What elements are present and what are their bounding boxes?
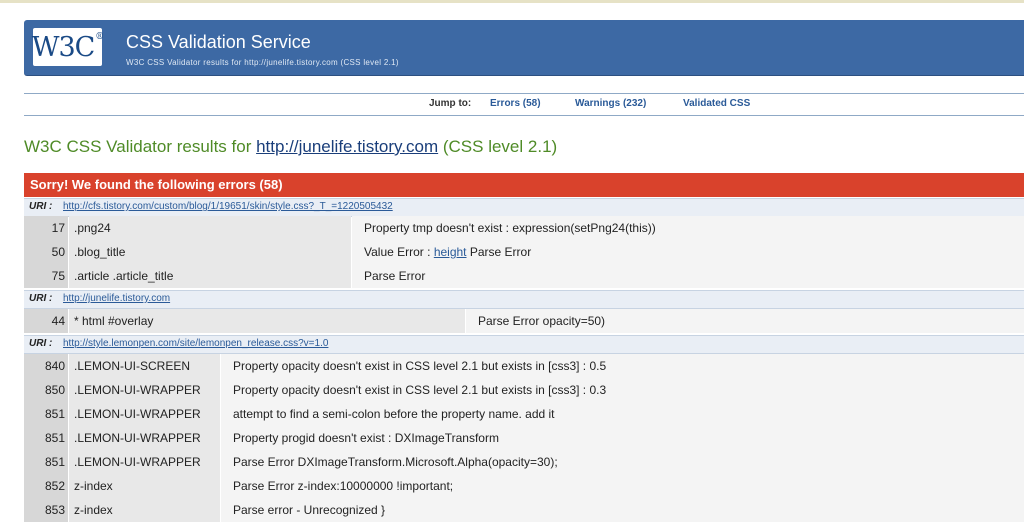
error-context: * html #overlay [69, 309, 465, 333]
error-message: Parse Error [352, 264, 1024, 288]
error-row: 50 .blog_title Value Error : height Pars… [24, 240, 1024, 265]
line-number: 75 [24, 264, 68, 288]
error-context: .LEMON-UI-SCREEN [69, 354, 220, 378]
uri-label: URI : [29, 201, 53, 212]
line-number: 853 [24, 498, 68, 522]
uri-link[interactable]: http://junelife.tistory.com [63, 293, 170, 304]
error-message: Parse Error DXImageTransform.Microsoft.A… [221, 450, 1024, 474]
error-context: .LEMON-UI-WRAPPER [69, 378, 220, 402]
errors-section-header: Sorry! We found the following errors (58… [24, 173, 1024, 197]
error-context: .LEMON-UI-WRAPPER [69, 450, 220, 474]
errors-header-text: Sorry! We found the following errors (58… [30, 177, 283, 192]
error-row: 75 .article .article_title Parse Error [24, 264, 1024, 289]
error-message: attempt to find a semi-colon before the … [221, 402, 1024, 426]
service-title: CSS Validation Service [126, 32, 311, 52]
line-number: 852 [24, 474, 68, 498]
registered-mark: ® [95, 32, 104, 42]
line-number: 17 [24, 216, 68, 240]
line-number: 850 [24, 378, 68, 402]
error-message: Property progid doesn't exist : DXImageT… [221, 426, 1024, 450]
line-number: 840 [24, 354, 68, 378]
error-row: 853 z-index Parse error - Unrecognized } [24, 498, 1024, 523]
uri-link[interactable]: http://style.lemonpen.com/site/lemonpen_… [63, 338, 328, 349]
error-message: Parse Error opacity=50) [466, 309, 1024, 333]
window-top-edge [0, 0, 1024, 3]
page-title-suffix: (CSS level 2.1) [438, 137, 558, 156]
w3c-logo[interactable]: W3C ® [31, 28, 104, 66]
error-message: Parse Error z-index:10000000 !important; [221, 474, 1024, 498]
error-message: Property tmp doesn't exist : expression(… [352, 216, 1024, 240]
error-row: 852 z-index Parse Error z-index:10000000… [24, 474, 1024, 499]
error-context: z-index [69, 498, 220, 522]
error-message-text: Value Error : [364, 245, 434, 259]
line-number: 851 [24, 426, 68, 450]
warnings-jump-link[interactable]: Warnings (232) [575, 98, 646, 109]
page-title-prefix: W3C CSS Validator results for [24, 137, 257, 156]
error-row: 851 .LEMON-UI-WRAPPER Property progid do… [24, 426, 1024, 451]
error-context: .LEMON-UI-WRAPPER [69, 426, 220, 450]
uri-row: URI : http://style.lemonpen.com/site/lem… [24, 335, 1024, 354]
error-context: z-index [69, 474, 220, 498]
w3c-logo-text: W3C [31, 31, 96, 63]
error-context: .LEMON-UI-WRAPPER [69, 402, 220, 426]
service-subtitle: W3C CSS Validator results for http://jun… [126, 58, 399, 67]
property-reference-link[interactable]: height [434, 245, 467, 259]
uri-label: URI : [29, 293, 53, 304]
error-context: .article .article_title [69, 264, 351, 288]
validated-css-jump-link[interactable]: Validated CSS [683, 98, 750, 109]
error-message-text: Parse Error [466, 245, 532, 259]
line-number: 50 [24, 240, 68, 264]
page-title: W3C CSS Validator results for http://jun… [24, 137, 557, 157]
error-message: Property opacity doesn't exist in CSS le… [221, 378, 1024, 402]
error-row: 850 .LEMON-UI-WRAPPER Property opacity d… [24, 378, 1024, 403]
validated-url-link[interactable]: http://junelife.tistory.com [256, 137, 438, 156]
jump-to-bar: Jump to: Errors (58) Warnings (232) Vali… [24, 93, 1024, 116]
uri-link[interactable]: http://cfs.tistory.com/custom/blog/1/196… [63, 201, 393, 212]
uri-label: URI : [29, 338, 53, 349]
error-row: 17 .png24 Property tmp doesn't exist : e… [24, 216, 1024, 241]
error-message: Value Error : height Parse Error [352, 240, 1024, 264]
error-row: 840 .LEMON-UI-SCREEN Property opacity do… [24, 354, 1024, 379]
uri-row: URI : http://cfs.tistory.com/custom/blog… [24, 198, 1024, 217]
error-row: 851 .LEMON-UI-WRAPPER Parse Error DXImag… [24, 450, 1024, 475]
uri-row: URI : http://junelife.tistory.com [24, 290, 1024, 309]
error-context: .png24 [69, 216, 351, 240]
errors-jump-link[interactable]: Errors (58) [490, 98, 541, 109]
error-message: Parse error - Unrecognized } [221, 498, 1024, 522]
line-number: 44 [24, 309, 68, 333]
error-context: .blog_title [69, 240, 351, 264]
header-banner: W3C ® CSS Validation Service W3C CSS Vali… [24, 20, 1024, 76]
error-message: Property opacity doesn't exist in CSS le… [221, 354, 1024, 378]
line-number: 851 [24, 402, 68, 426]
line-number: 851 [24, 450, 68, 474]
error-row: 851 .LEMON-UI-WRAPPER attempt to find a … [24, 402, 1024, 427]
error-row: 44 * html #overlay Parse Error opacity=5… [24, 309, 1024, 334]
jump-to-label: Jump to: [429, 98, 472, 109]
